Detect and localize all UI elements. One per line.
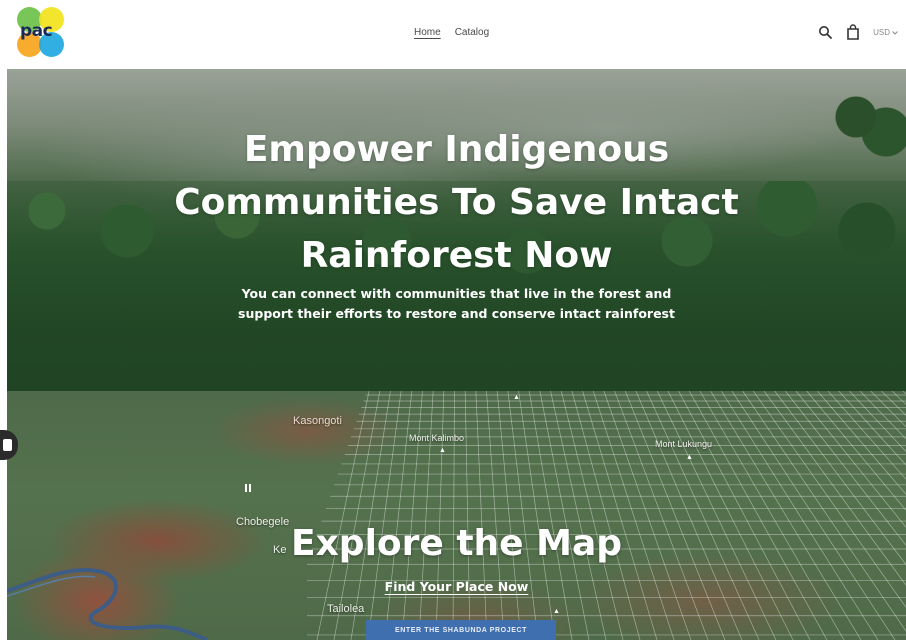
chevron-down-icon bbox=[892, 28, 898, 37]
main-nav: Home Catalog bbox=[414, 27, 489, 38]
mountain-marker-icon[interactable]: ▲ bbox=[439, 447, 446, 454]
map-label-kalimbo: Mont Kalimbo bbox=[409, 433, 465, 443]
enter-project-button[interactable]: ENTER THE SHABUNDA PROJECT bbox=[366, 620, 556, 640]
site-logo[interactable]: pac bbox=[17, 7, 67, 59]
map-label-tailolea: Tailolea bbox=[327, 603, 365, 615]
nav-catalog[interactable]: Catalog bbox=[455, 27, 489, 38]
map-section[interactable]: Kasongoti Mont Kalimbo ▲ Mont Lukungu ▲ … bbox=[7, 391, 906, 640]
pause-icon[interactable] bbox=[244, 479, 252, 492]
mountain-marker-icon[interactable]: ▲ bbox=[553, 608, 560, 615]
hero-subtitle: You can connect with communities that li… bbox=[7, 284, 906, 324]
hero-subtitle-line-2: support their efforts to restore and con… bbox=[238, 306, 675, 321]
currency-selector[interactable]: USD bbox=[873, 28, 898, 37]
shopping-bag-icon[interactable] bbox=[845, 24, 861, 40]
map-title: Explore the Map bbox=[290, 523, 623, 564]
currency-label: USD bbox=[873, 27, 890, 37]
hero-title: Empower Indigenous Communities To Save I… bbox=[7, 123, 906, 282]
logo-text: pac bbox=[20, 21, 53, 41]
site-header: pac Home Catalog USD bbox=[0, 0, 906, 69]
hero-title-line-1: Empower Indigenous bbox=[243, 129, 670, 170]
hero-title-line-2: Communities To Save Intact bbox=[174, 182, 739, 223]
nav-home[interactable]: Home bbox=[414, 27, 441, 38]
find-place-link: Find Your Place Now bbox=[7, 579, 906, 594]
map-label-lukungu: Mont Lukungu bbox=[655, 439, 713, 449]
search-icon[interactable] bbox=[817, 24, 833, 40]
find-place-link-text[interactable]: Find Your Place Now bbox=[385, 579, 529, 594]
hero-banner: Empower Indigenous Communities To Save I… bbox=[7, 69, 906, 391]
river bbox=[7, 568, 208, 640]
mountain-marker-icon[interactable]: ▲ bbox=[513, 394, 520, 401]
chat-icon bbox=[3, 439, 12, 451]
map-label-kasongo: Kasongoti bbox=[293, 415, 342, 427]
header-icons: USD bbox=[817, 24, 898, 40]
mountain-marker-icon[interactable]: ▲ bbox=[686, 454, 693, 461]
hero-subtitle-line-1: You can connect with communities that li… bbox=[241, 286, 672, 301]
hero-title-line-3: Rainforest Now bbox=[300, 235, 613, 276]
